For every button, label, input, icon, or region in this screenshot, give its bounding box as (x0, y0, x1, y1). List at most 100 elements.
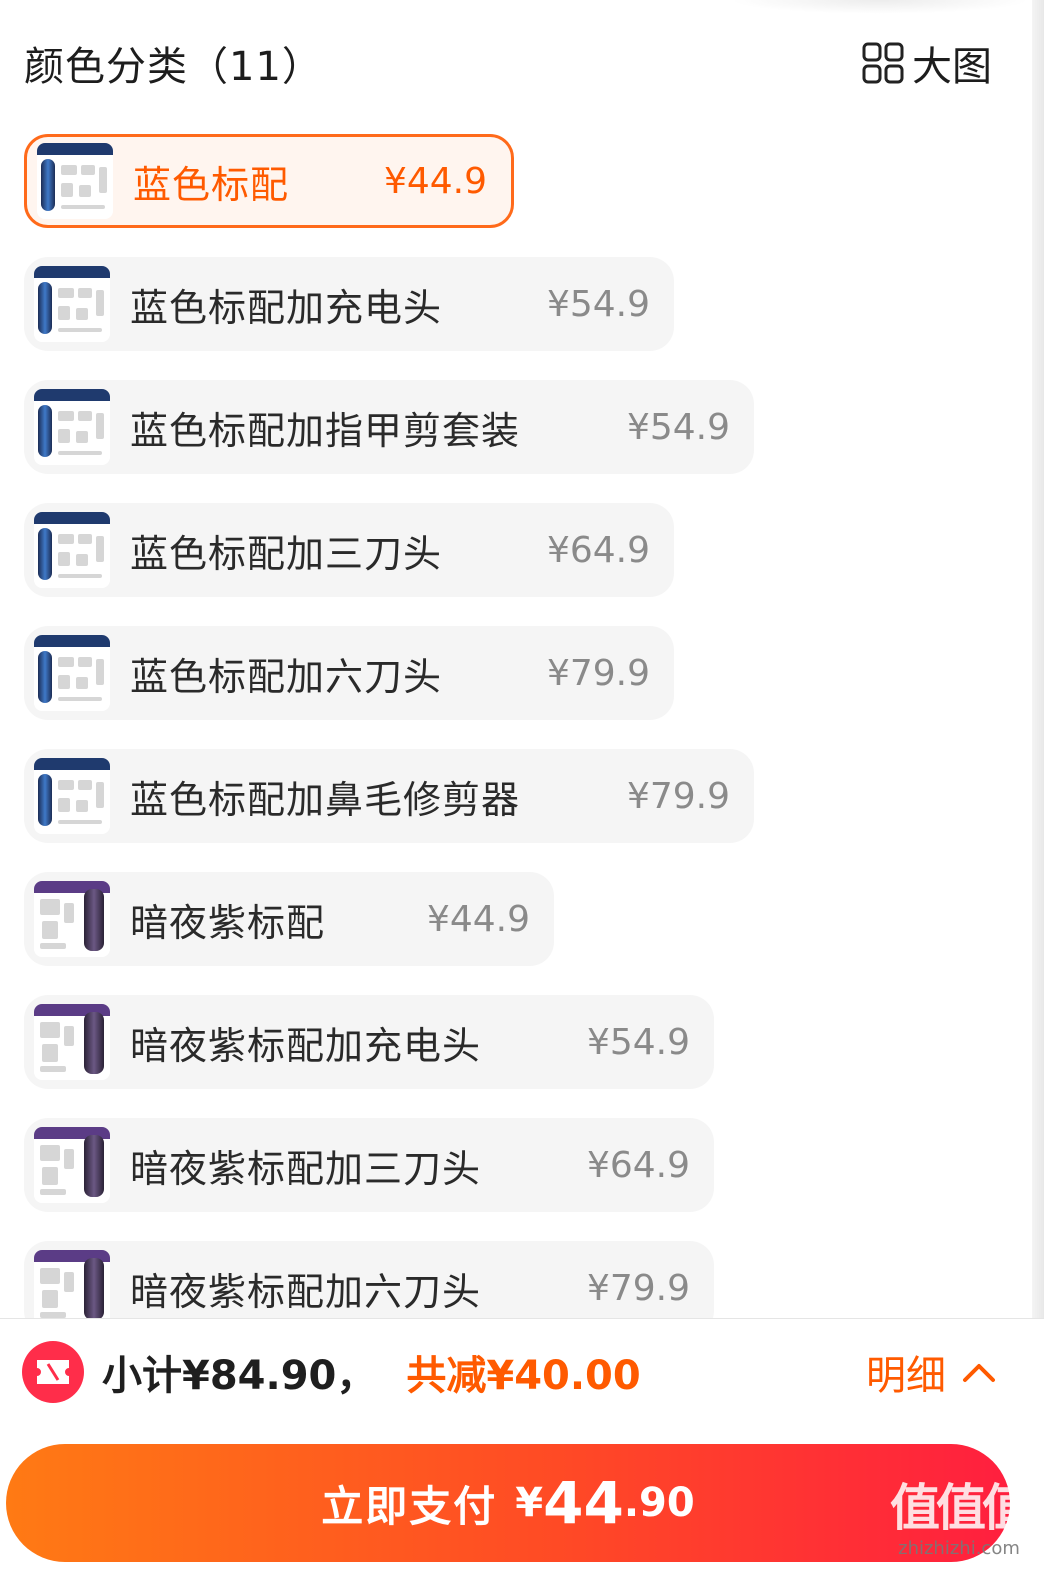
accessory-image (58, 552, 70, 566)
accessory-image (58, 451, 102, 455)
shaver-image (38, 282, 52, 334)
accessory-image (78, 288, 92, 298)
variant-option[interactable]: 暗夜紫标配加充电头 ¥54.9 (24, 995, 714, 1089)
variant-label: 蓝色标配加三刀头 (130, 531, 443, 576)
watermark-logo: 值值值 (890, 1479, 1032, 1537)
variant-option[interactable]: 暗夜紫标配 ¥44.9 (24, 872, 554, 966)
accessory-image (64, 1149, 74, 1169)
accessory-image (58, 411, 74, 421)
variant-option[interactable]: 蓝色标配加三刀头 ¥64.9 (24, 503, 674, 597)
variant-price: ¥54.9 (586, 1021, 690, 1063)
accessory-image (96, 413, 104, 439)
ticket-icon (22, 1341, 84, 1403)
thumbnail-banner (37, 143, 113, 155)
accessory-image (64, 1026, 74, 1046)
variant-thumbnail (34, 1127, 110, 1203)
pay-now-button[interactable]: 立即支付 ¥ 44 .90 (6, 1444, 1010, 1562)
accessory-image (58, 798, 70, 812)
thumbnail-banner (34, 758, 110, 770)
accessory-image (78, 411, 92, 421)
variant-price: ¥54.9 (626, 406, 730, 448)
big-view-button[interactable]: 大图 (862, 34, 992, 92)
variant-label: 蓝色标配加六刀头 (130, 654, 443, 699)
shaver-image (84, 889, 104, 951)
variant-option[interactable]: 暗夜紫标配加六刀头 ¥79.9 (24, 1241, 714, 1318)
discount-text: 共减¥40.00 (406, 1353, 641, 1399)
accessory-image (61, 183, 73, 197)
variant-price: ¥44.9 (383, 160, 487, 202)
chevron-up-icon (963, 1364, 995, 1382)
scrollbar-track (1032, 0, 1044, 1318)
variant-price: ¥54.9 (546, 283, 650, 325)
accessory-image (58, 697, 102, 701)
shaver-image (41, 159, 55, 211)
accessory-image (42, 921, 58, 939)
pay-amount-integer: 44 (543, 1469, 624, 1537)
accessory-image (96, 536, 104, 562)
accessory-image (78, 780, 92, 790)
variant-price: ¥79.9 (586, 1267, 690, 1309)
accessory-image (40, 1066, 66, 1072)
variant-label: 暗夜紫标配 (130, 900, 326, 945)
accessory-image (58, 675, 70, 689)
watermark-url: zhizhizhi.com (898, 1538, 1020, 1559)
accessory-image (96, 290, 104, 316)
accessory-image (40, 1022, 60, 1038)
thumbnail-banner (34, 512, 110, 524)
accessory-image (40, 899, 60, 915)
variant-label: 蓝色标配加鼻毛修剪器 (130, 777, 521, 822)
variant-option[interactable]: 蓝色标配加充电头 ¥54.9 (24, 257, 674, 351)
accessory-image (58, 288, 74, 298)
accessory-image (64, 903, 74, 923)
accessory-image (96, 659, 104, 685)
variant-price: ¥64.9 (546, 529, 650, 571)
subtotal-text: 小计¥84.90， (102, 1353, 377, 1399)
variant-option[interactable]: 蓝色标配加鼻毛修剪器 ¥79.9 (24, 749, 754, 843)
variant-thumbnail (37, 143, 113, 219)
shaver-image (84, 1258, 104, 1318)
detail-button[interactable]: 明细 (866, 1343, 996, 1401)
big-view-label: 大图 (912, 44, 992, 90)
accessory-image (58, 534, 74, 544)
variant-price: ¥79.9 (626, 775, 730, 817)
variant-label: 暗夜紫标配加充电头 (130, 1023, 482, 1068)
variant-option[interactable]: 蓝色标配 ¥44.9 (24, 134, 514, 228)
price-summary: 小计¥84.90， 共减¥40.00 明细 (22, 1340, 1002, 1404)
variant-thumbnail (34, 635, 110, 711)
accessory-image (96, 782, 104, 808)
thumbnail-banner (34, 635, 110, 647)
accessory-image (40, 943, 66, 949)
site-watermark: 值值值 zhizhizhi.com (884, 1480, 1034, 1575)
accessory-image (78, 657, 92, 667)
accessory-image (81, 165, 95, 175)
accessory-image (58, 306, 70, 320)
variant-label: 蓝色标配 (133, 162, 290, 207)
shaver-image (38, 774, 52, 826)
variant-option[interactable]: 蓝色标配加六刀头 ¥79.9 (24, 626, 674, 720)
accessory-image (58, 657, 74, 667)
accessory-image (58, 574, 102, 578)
variant-label: 蓝色标配加充电头 (130, 285, 443, 330)
variant-price: ¥44.9 (426, 898, 530, 940)
color-category-title: 颜色分类（11） (24, 44, 323, 90)
shaver-image (38, 405, 52, 457)
variant-thumbnail (34, 266, 110, 342)
accessory-image (42, 1044, 58, 1062)
variant-thumbnail (34, 1250, 110, 1318)
accessory-image (58, 328, 102, 332)
variant-option[interactable]: 暗夜紫标配加三刀头 ¥64.9 (24, 1118, 714, 1212)
variant-option[interactable]: 蓝色标配加指甲剪套装 ¥54.9 (24, 380, 754, 474)
variant-label: 暗夜紫标配加六刀头 (130, 1269, 482, 1314)
accessory-image (40, 1268, 60, 1284)
accessory-image (42, 1290, 58, 1308)
variant-label: 蓝色标配加指甲剪套装 (130, 408, 521, 453)
footer-divider (0, 1318, 1044, 1319)
accessory-image (61, 205, 105, 209)
detail-label: 明细 (866, 1353, 946, 1399)
shaver-image (38, 528, 52, 580)
accessory-image (76, 800, 88, 812)
accessory-image (76, 677, 88, 689)
accessory-image (99, 167, 107, 193)
thumbnail-banner (34, 389, 110, 401)
pay-currency: ¥ (515, 1480, 544, 1526)
